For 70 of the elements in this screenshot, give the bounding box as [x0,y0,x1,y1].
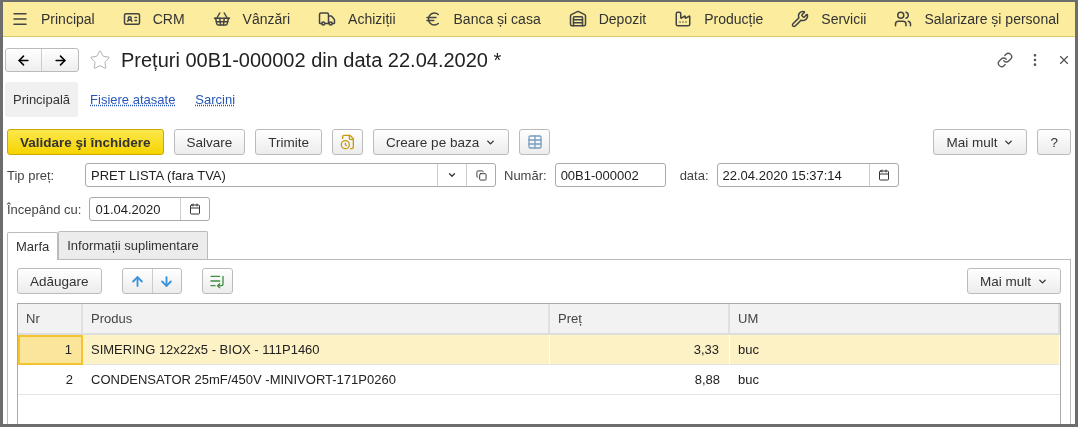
menu-icon [11,10,29,28]
section-item[interactable]: Salarizare și personal [890,10,1074,28]
section-item[interactable]: CRM [118,10,199,28]
date-field[interactable]: 22.04.2020 15:37:14 [716,163,899,187]
field-label: Începând cu: [7,201,82,217]
fill-button[interactable] [201,268,233,294]
link-icon [997,52,1013,68]
column-header[interactable]: UM [730,304,1060,335]
section-item[interactable]: Servicii [787,10,881,28]
validate-close-button[interactable]: Validare şi închidere [7,129,164,155]
document-clock-icon [339,134,356,150]
table-cell: 3,33 [550,335,730,365]
start-date-field[interactable]: 01.04.2020 [89,197,211,221]
column-header[interactable]: Preț [550,304,730,335]
price-type-field[interactable]: PRET LISTA (fara TVA) [85,163,496,187]
id-card-icon [122,10,141,28]
section-item[interactable]: Principal [7,10,109,28]
euro-icon [423,10,442,28]
column-header[interactable]: Produs [83,304,550,335]
table-cell: 1 [18,335,83,365]
document-title: Prețuri 00B1-000002 din data 22.04.2020 * [121,48,503,72]
toolbar-button[interactable]: Trimite [255,129,323,155]
field-label: data: [679,167,709,183]
dropdown-button[interactable]: Mai mult [933,129,1028,155]
section-item[interactable]: Vânzări [208,10,305,28]
link-button[interactable] [997,52,1013,68]
column-header[interactable]: Nr [18,304,83,335]
caret-icon [447,170,457,180]
toolbar-button[interactable]: Salvare [173,129,246,155]
form-tab[interactable]: Sarcini [187,82,244,117]
table-cell: CONDENSATOR 25mF/450V -MINIVORT-171P0260 [83,365,550,395]
arrow-right-icon [52,52,68,68]
table-icon [526,134,543,150]
star-icon[interactable] [89,49,111,71]
field-label: Număr: [504,167,547,183]
section-item[interactable]: Depozit [564,10,661,28]
form-tab[interactable]: Fisiere atasate [82,82,184,117]
basket-icon [212,10,231,28]
report-button[interactable] [332,129,364,155]
close-icon [1057,53,1071,67]
calendar-icon [189,203,202,215]
close-button[interactable] [1057,53,1071,67]
number-field[interactable]: 00B1-000002 [554,163,666,187]
dropdown-button[interactable]: Creare pe baza [373,129,510,155]
tab[interactable]: Marfa [7,232,59,260]
tab[interactable]: Informații suplimentare [58,231,208,259]
section-item[interactable]: Banca și casa [419,10,555,28]
toolbar-button[interactable]: ? [1037,129,1071,155]
factory-icon [674,10,693,28]
add-button[interactable]: Adăugare [17,268,102,294]
calendar-icon [877,169,890,181]
dropdown-button[interactable]: Mai mult [967,268,1061,294]
table-button[interactable] [519,129,551,155]
arrow-down-icon [159,273,175,289]
field-label: Tip preț: [7,167,56,183]
table-cell: SIMERING 12x22x5 - BIOX - 111P1460 [83,335,550,365]
table-cell: buc [730,365,1060,395]
table-cell: 2 [18,365,83,395]
warehouse-icon [568,10,587,28]
table-cell: buc [730,335,1060,365]
wrench-icon [791,10,810,28]
list-icon [209,273,226,289]
open-icon [475,169,487,181]
arrow-left-icon [16,52,31,68]
truck-icon [318,10,337,28]
people-icon [894,10,913,28]
section-item[interactable]: Achiziții [314,10,410,28]
table-cell: 8,88 [550,365,730,395]
section-item[interactable]: Producție [670,10,778,28]
form-tab[interactable]: Principală [5,82,79,117]
